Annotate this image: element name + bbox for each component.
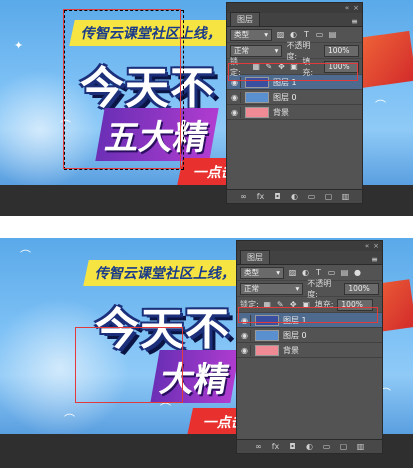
bird-icon: ✦ bbox=[14, 39, 24, 52]
fx-icon[interactable]: fx bbox=[256, 192, 265, 201]
bird-icon: ⌒ bbox=[64, 413, 75, 426]
fx-icon[interactable]: fx bbox=[271, 442, 280, 451]
tab-layers[interactable]: 图层 bbox=[230, 12, 260, 26]
trash-icon[interactable]: ▥ bbox=[341, 192, 350, 201]
eye-icon[interactable]: ◉ bbox=[239, 329, 251, 341]
separator bbox=[0, 216, 413, 238]
highlight-box bbox=[75, 327, 183, 403]
filter-shape-icon[interactable]: ▭ bbox=[315, 30, 324, 39]
blend-mode-select[interactable]: 正常 ▾ bbox=[240, 282, 304, 295]
blend-row: 正常 ▾ 不透明度: 100% bbox=[237, 278, 382, 299]
layer-thumbnail bbox=[245, 91, 269, 103]
blend-mode-value: 正常 bbox=[244, 283, 259, 293]
adjustment-icon[interactable]: ◐ bbox=[305, 442, 314, 451]
eye-icon[interactable]: ◉ bbox=[229, 106, 241, 118]
filter-smart-icon[interactable]: ▤ bbox=[328, 30, 337, 39]
mask-icon[interactable]: ◘ bbox=[273, 192, 282, 201]
layer-thumbnail bbox=[245, 106, 269, 118]
filter-label: 类型 bbox=[234, 29, 249, 39]
bird-icon: ⌒ bbox=[375, 99, 386, 112]
panel-tabbar: 图层 ≡ bbox=[237, 250, 382, 265]
filter-adjust-icon[interactable]: ◐ bbox=[289, 30, 298, 39]
close-icon[interactable]: × bbox=[373, 242, 379, 250]
layer-thumbnail bbox=[255, 329, 279, 341]
screenshot-before: ✦ ⌒ ⌒ ⌒ 传智云课堂社区上线， 今天不 五大精 一点击 « × 图层 ≡ … bbox=[0, 0, 413, 216]
layer-row[interactable]: ◉ 图层 0 bbox=[237, 328, 382, 343]
filter-smart-icon[interactable]: ▤ bbox=[340, 268, 349, 277]
filter-shape-icon[interactable]: ▭ bbox=[327, 268, 336, 277]
layer-row[interactable]: ◉ 背景 bbox=[237, 343, 382, 358]
opacity-label: 不透明度: bbox=[307, 278, 332, 299]
link-icon[interactable]: ∞ bbox=[254, 442, 263, 451]
mask-icon[interactable]: ◘ bbox=[288, 442, 297, 451]
dropdown-icon: ▾ bbox=[274, 45, 279, 55]
dropdown-icon: ▾ bbox=[295, 283, 300, 293]
adjustment-icon[interactable]: ◐ bbox=[290, 192, 299, 201]
new-layer-icon[interactable]: ▢ bbox=[324, 192, 333, 201]
banner-slogan: 传智云课堂社区上线， bbox=[83, 260, 247, 286]
collapse-icon[interactable]: « bbox=[345, 4, 349, 12]
filter-text-icon[interactable]: T bbox=[314, 268, 323, 277]
eye-icon[interactable]: ◉ bbox=[229, 91, 241, 103]
filter-label: 类型 bbox=[244, 267, 259, 277]
layer-highlight-box bbox=[238, 307, 378, 323]
trash-icon[interactable]: ▥ bbox=[356, 442, 365, 451]
eye-icon[interactable]: ◉ bbox=[239, 344, 251, 356]
layers-list: ◉ 图层 1 ◉ 图层 0 ◉ 背景 bbox=[227, 75, 362, 120]
bird-icon: ⌒ bbox=[20, 249, 31, 262]
folder-icon[interactable]: ▭ bbox=[307, 192, 316, 201]
layer-name: 图层 0 bbox=[273, 92, 297, 102]
layers-panel: « × 图层 ≡ 类型 ▾ ▨ ◐ T ▭ ▤ ● 正常 ▾ 不透明度: 100% … bbox=[236, 240, 383, 454]
layer-name: 背景 bbox=[273, 107, 289, 117]
screenshot-after: ⌒ ⌒ ⌒ ⌒ 传智云课堂社区上线， 今天不 大精 一点击 « × 图层 ≡ 类… bbox=[0, 238, 413, 468]
filter-text-icon[interactable]: T bbox=[302, 30, 311, 39]
dropdown-icon: ▾ bbox=[276, 267, 280, 277]
layer-thumbnail bbox=[255, 344, 279, 356]
blend-mode-value: 正常 bbox=[234, 45, 249, 55]
filter-adjust-icon[interactable]: ◐ bbox=[301, 268, 310, 277]
close-icon[interactable]: × bbox=[353, 4, 359, 12]
tab-layers[interactable]: 图层 bbox=[240, 250, 270, 264]
dropdown-icon: ▾ bbox=[264, 29, 268, 39]
collapse-icon[interactable]: « bbox=[365, 242, 369, 250]
opacity-input[interactable]: 100% bbox=[323, 44, 359, 57]
layer-highlight-box bbox=[228, 63, 358, 81]
filter-image-icon[interactable]: ▨ bbox=[276, 30, 285, 39]
highlight-box bbox=[63, 9, 181, 169]
filter-image-icon[interactable]: ▨ bbox=[288, 268, 297, 277]
link-icon[interactable]: ∞ bbox=[239, 192, 248, 201]
opacity-value: 100% bbox=[327, 45, 350, 55]
layer-row[interactable]: ◉ 背景 bbox=[227, 105, 362, 120]
opacity-value: 100% bbox=[348, 283, 370, 293]
layer-row[interactable]: ◉ 图层 0 bbox=[227, 90, 362, 105]
panel-tabbar: 图层 ≡ bbox=[227, 12, 362, 27]
layer-name: 图层 0 bbox=[283, 330, 307, 340]
panel-footer: ∞ fx ◘ ◐ ▭ ▢ ▥ bbox=[227, 189, 362, 203]
bird-icon: ⌒ bbox=[160, 402, 171, 415]
layer-name: 背景 bbox=[283, 345, 299, 355]
opacity-input[interactable]: 100% bbox=[344, 282, 379, 295]
panel-footer: ∞ fx ◘ ◐ ▭ ▢ ▥ bbox=[237, 439, 382, 453]
filter-select[interactable]: 类型 ▾ bbox=[240, 266, 284, 279]
menu-icon[interactable]: ≡ bbox=[370, 255, 379, 264]
folder-icon[interactable]: ▭ bbox=[322, 442, 331, 451]
filter-toggle-icon[interactable]: ● bbox=[353, 268, 362, 277]
menu-icon[interactable]: ≡ bbox=[350, 17, 359, 26]
filter-select[interactable]: 类型 ▾ bbox=[230, 28, 272, 41]
layers-panel: « × 图层 ≡ 类型 ▾ ▨ ◐ T ▭ ▤ 正常 ▾ 不透明度: 100% 锁定… bbox=[226, 2, 363, 204]
new-layer-icon[interactable]: ▢ bbox=[339, 442, 348, 451]
